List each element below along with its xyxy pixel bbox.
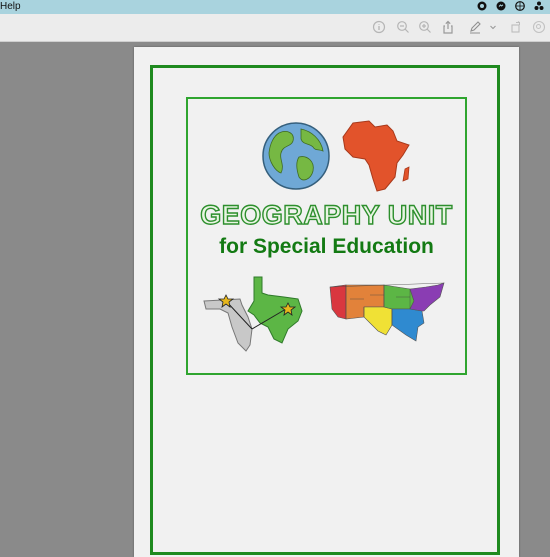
- markup-pen-icon[interactable]: [468, 20, 482, 34]
- zoom-out-icon[interactable]: [396, 20, 410, 34]
- vpn-icon[interactable]: [515, 1, 525, 11]
- search-icon[interactable]: [532, 20, 546, 34]
- document-title: GEOGRAPHY UNIT: [200, 199, 453, 230]
- menu-bar: Help: [0, 0, 550, 14]
- control-center-icon[interactable]: [534, 1, 544, 11]
- africa-map-icon: [342, 120, 410, 192]
- pdf-page: GEOGRAPHY UNIT for Special Education: [134, 47, 519, 557]
- menu-help[interactable]: Help: [0, 1, 21, 12]
- zoom-in-icon[interactable]: [418, 20, 432, 34]
- status-tray: [477, 1, 544, 11]
- document-subtitle: for Special Education: [219, 235, 434, 258]
- globe-icon: [262, 122, 330, 190]
- florida-texas-map-icon: [203, 276, 303, 352]
- document-area[interactable]: GEOGRAPHY UNIT for Special Education: [0, 42, 550, 557]
- usa-regions-map-icon: [329, 282, 445, 342]
- rotate-icon[interactable]: [509, 20, 523, 34]
- markup-dropdown-icon[interactable]: [488, 20, 498, 34]
- status-icon[interactable]: [477, 1, 487, 11]
- messenger-icon[interactable]: [496, 1, 506, 11]
- info-icon[interactable]: [372, 20, 386, 34]
- viewer-toolbar: [0, 14, 550, 42]
- share-icon[interactable]: [441, 20, 455, 34]
